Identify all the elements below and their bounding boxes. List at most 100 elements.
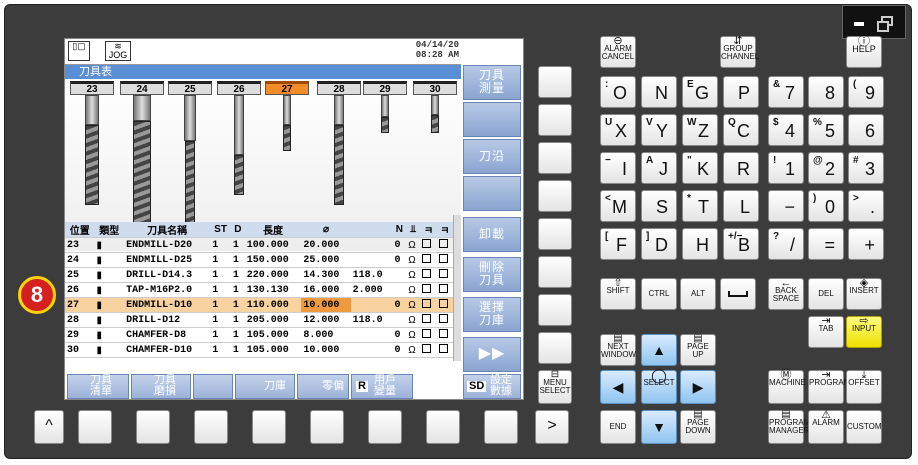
- table-row[interactable]: 26 ▮ TAP-M16P2.0 1 1 130.130 16.000 2.000 Ω: [65, 282, 453, 298]
- softkey-magazine[interactable]: 刀庫: [235, 374, 295, 399]
- alarm-cancel-key[interactable]: ⊖ ALARM CANCEL: [600, 36, 636, 68]
- key-T[interactable]: * T: [682, 190, 718, 222]
- key-7[interactable]: & 7: [768, 76, 804, 108]
- horizontal-softkey[interactable]: [368, 410, 402, 444]
- vertical-softkey[interactable]: [538, 104, 572, 136]
- coolant-checkbox[interactable]: [420, 327, 437, 343]
- key-C[interactable]: QC: [723, 114, 759, 146]
- key-1[interactable]: ! 1: [768, 152, 804, 184]
- group-channel-key[interactable]: ⇵ GROUP CHANNEL: [720, 36, 759, 68]
- horizontal-softkey[interactable]: [426, 410, 460, 444]
- key-2[interactable]: @2: [808, 152, 844, 184]
- offset-key[interactable]: ⤓ OFFSET: [846, 370, 882, 404]
- key-Y[interactable]: VY: [641, 114, 677, 146]
- key-J[interactable]: AJ: [641, 152, 677, 184]
- key-X[interactable]: UX: [600, 114, 636, 146]
- tool-column-selected[interactable]: 27: [265, 81, 309, 151]
- tool-column[interactable]: 30: [413, 81, 457, 133]
- coolant-checkbox[interactable]: [436, 297, 453, 313]
- table-scrollbar[interactable]: [453, 215, 461, 361]
- horizontal-softkey[interactable]: [484, 410, 518, 444]
- key-G[interactable]: EG: [682, 76, 718, 108]
- tool-column[interactable]: 24: [120, 81, 164, 231]
- coolant-checkbox[interactable]: [420, 267, 437, 283]
- key-F[interactable]: [F: [600, 228, 636, 260]
- restore-icon[interactable]: [877, 16, 893, 32]
- key-S[interactable]: S: [641, 190, 677, 222]
- key-N[interactable]: N: [641, 76, 677, 108]
- key-I[interactable]: − I: [600, 152, 636, 184]
- horizontal-softkey[interactable]: [310, 410, 344, 444]
- table-row[interactable]: 29 ▮ CHAMFER-D8 1 1 105.000 8.000 0 Ω: [65, 327, 453, 343]
- softkey-cutting-edge[interactable]: 刀沿: [463, 139, 521, 174]
- vertical-softkey[interactable]: [538, 180, 572, 212]
- key-4[interactable]: $4: [768, 114, 804, 146]
- insert-key[interactable]: ◈ INSERT: [846, 278, 882, 310]
- coolant-checkbox[interactable]: [436, 282, 453, 298]
- key-L[interactable]: L: [723, 190, 759, 222]
- key-O[interactable]: :O: [600, 76, 636, 108]
- key-H[interactable]: H: [682, 228, 718, 260]
- program-manager-key[interactable]: ▤ PROGRAM MANAGER: [768, 410, 810, 444]
- machine-key[interactable]: Ⓜ MACHINE: [768, 370, 806, 404]
- shift-key[interactable]: ⇧ SHIFT: [600, 278, 636, 310]
- horizontal-softkey[interactable]: [136, 410, 170, 444]
- coolant-checkbox[interactable]: [420, 252, 437, 268]
- vertical-softkey[interactable]: [538, 142, 572, 174]
- tool-column[interactable]: 25: [168, 81, 212, 231]
- key-0[interactable]: ) 0: [808, 190, 844, 222]
- key-K[interactable]: " K: [682, 152, 718, 184]
- key-P[interactable]: P: [723, 76, 759, 108]
- minimize-icon[interactable]: [854, 22, 864, 26]
- coolant-checkbox[interactable]: [420, 297, 437, 313]
- key-D[interactable]: ] D: [641, 228, 677, 260]
- softkey-next[interactable]: ▶▶: [463, 337, 521, 372]
- select-key[interactable]: ◯ SELECT: [641, 368, 677, 404]
- program-key[interactable]: ⇥ PROGRAM: [808, 370, 850, 404]
- coolant-checkbox[interactable]: [420, 282, 437, 298]
- coolant-checkbox[interactable]: [436, 312, 453, 328]
- key-9[interactable]: (9: [848, 76, 884, 108]
- left-cursor-key[interactable]: ◀: [600, 370, 636, 404]
- page-up-key[interactable]: ▤ PAGE UP: [680, 334, 716, 366]
- softkey-unload[interactable]: 卸載: [463, 217, 521, 252]
- coolant-checkbox[interactable]: [420, 237, 437, 253]
- page-down-key[interactable]: ▤ PAGE DOWN: [680, 410, 716, 444]
- key-5[interactable]: % 5: [808, 114, 844, 146]
- down-cursor-key[interactable]: ▼: [641, 410, 677, 444]
- space-key[interactable]: [720, 278, 756, 310]
- up-arrow-key[interactable]: ^: [34, 410, 64, 444]
- softkey-blank[interactable]: [463, 102, 521, 137]
- softkey-work-offset[interactable]: 零偏: [297, 374, 349, 399]
- softkey-blank[interactable]: [463, 176, 521, 211]
- table-row[interactable]: 24 ▮ ENDMILL-D25 1 1 150.000 25.000 0 Ω: [65, 252, 453, 268]
- vertical-softkey[interactable]: [538, 294, 572, 326]
- vertical-softkey[interactable]: [538, 218, 572, 250]
- softkey-tool-wear[interactable]: 刀具 磨損: [131, 374, 191, 399]
- key-8[interactable]: 8: [808, 76, 844, 108]
- tool-column[interactable]: 23: [70, 81, 114, 205]
- table-row[interactable]: 28 ▮ DRILL-D12 1 1 205.000 12.000 118.0 Ω: [65, 312, 453, 328]
- next-window-key[interactable]: ▤ NEXT WINDOW: [600, 334, 636, 366]
- key-B[interactable]: +/− B: [723, 228, 759, 260]
- input-key[interactable]: ⇨ INPUT: [846, 316, 882, 348]
- tool-column[interactable]: 28: [317, 81, 361, 205]
- key-M[interactable]: < M: [600, 190, 636, 222]
- next-key[interactable]: >: [535, 410, 569, 444]
- vertical-softkey[interactable]: [538, 66, 572, 98]
- key-/[interactable]: ? /: [768, 228, 804, 260]
- backspace-key[interactable]: ← BACK SPACE: [768, 278, 804, 310]
- key-R[interactable]: R: [723, 152, 759, 184]
- tool-column[interactable]: 26: [217, 81, 261, 195]
- coolant-checkbox[interactable]: [420, 342, 437, 358]
- custom-key[interactable]: CUSTOM: [846, 410, 882, 444]
- coolant-checkbox[interactable]: [436, 327, 453, 343]
- up-cursor-key[interactable]: ▲: [641, 334, 677, 366]
- softkey-setting-data[interactable]: 設定 數據 SD: [463, 374, 521, 399]
- ctrl-key[interactable]: CTRL: [641, 278, 677, 310]
- coolant-checkbox[interactable]: [420, 312, 437, 328]
- key-Z[interactable]: WZ: [682, 114, 718, 146]
- key-+[interactable]: +: [848, 228, 884, 260]
- vertical-softkey[interactable]: [538, 332, 572, 364]
- right-cursor-key[interactable]: ▶: [680, 370, 716, 404]
